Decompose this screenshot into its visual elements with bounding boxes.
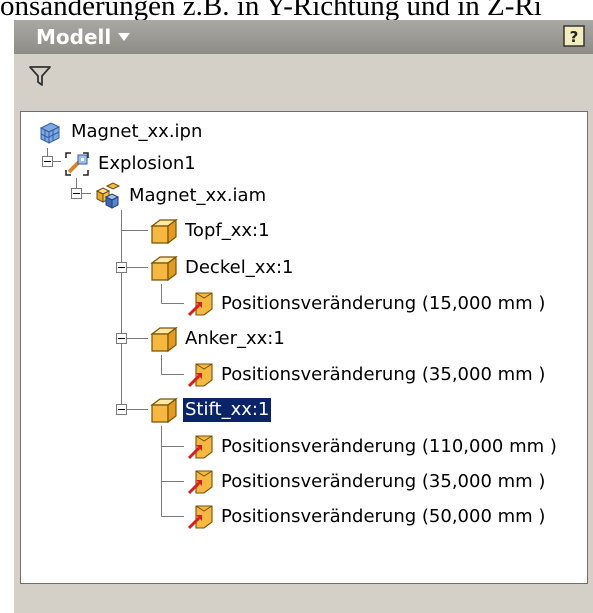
tree-node-explosion[interactable]: Explosion1 [62,148,198,180]
triangle-down-icon [118,33,131,41]
tree-node-label: Anker_xx:1 [185,328,285,349]
tree-node-part-stift[interactable]: Stift_xx:1 [149,394,272,426]
tree-node-label: Deckel_xx:1 [185,257,294,278]
filter-icon[interactable] [28,64,52,88]
part-icon [150,326,178,353]
tree-node-tweak[interactable]: Positionsveränderung (50,000 mm ) [185,501,547,533]
tree-node-tweak[interactable]: Positionsveränderung (110,000 mm ) [185,431,559,463]
tree-node-label: Explosion1 [98,153,196,174]
tree-node-tweak[interactable]: Positionsveränderung (35,000 mm ) [185,359,547,391]
browser-title-bar: Modell ? [14,20,593,54]
help-icon[interactable]: ? [563,25,585,47]
tree-node-label: Magnet_xx.iam [129,185,267,206]
collapse-stift-toggle[interactable] [116,404,127,415]
tweak-icon [187,435,213,460]
tweak-icon [187,363,213,388]
tree-node-part-anker[interactable]: Anker_xx:1 [149,323,287,355]
tree-node-label: Topf_xx:1 [185,220,270,241]
tree-node-label: Positionsveränderung (110,000 mm ) [221,436,557,457]
browser-tree: Magnet_xx.ipn Explosion1 Magnet_xx.iam T… [20,111,588,584]
tweak-icon [187,505,213,530]
tree-node-tweak[interactable]: Positionsveränderung (35,000 mm ) [185,466,547,498]
assembly-icon [95,182,121,209]
tree-node-part-deckel[interactable]: Deckel_xx:1 [149,252,296,284]
tree-node-label: Positionsveränderung (35,000 mm ) [221,364,546,385]
tree-node-label: Magnet_xx.ipn [71,121,203,142]
collapse-explosion-toggle[interactable] [42,156,53,167]
tree-node-label-selected: Stift_xx:1 [183,398,272,422]
collapse-assembly-toggle[interactable] [71,188,82,199]
tree-node-part-topf[interactable]: Topf_xx:1 [149,215,272,247]
browser-title: Modell [36,25,112,49]
model-browser-panel: Modell ? Magnet_xx.ipn Explosion1 Magnet… [14,20,593,613]
tweak-icon [187,292,213,317]
presentation-file-icon [39,122,61,144]
part-icon [150,397,178,424]
tree-node-label: Positionsveränderung (15,000 mm ) [221,293,546,314]
tree-node-assembly[interactable]: Magnet_xx.iam [93,180,268,212]
part-icon [150,255,178,282]
tree-node-presentation[interactable]: Magnet_xx.ipn [35,116,204,148]
collapse-anker-toggle[interactable] [116,333,127,344]
svg-text:?: ? [570,28,579,46]
collapse-deckel-toggle[interactable] [116,262,127,273]
part-icon [150,218,178,245]
tree-node-label: Positionsveränderung (35,000 mm ) [221,471,546,492]
tweak-icon [187,470,213,495]
explosion-view-icon [65,152,89,176]
tree-node-label: Positionsveränderung (50,000 mm ) [221,506,546,527]
browser-mode-dropdown[interactable]: Modell [36,22,131,52]
tree-node-tweak[interactable]: Positionsveränderung (15,000 mm ) [185,288,547,320]
